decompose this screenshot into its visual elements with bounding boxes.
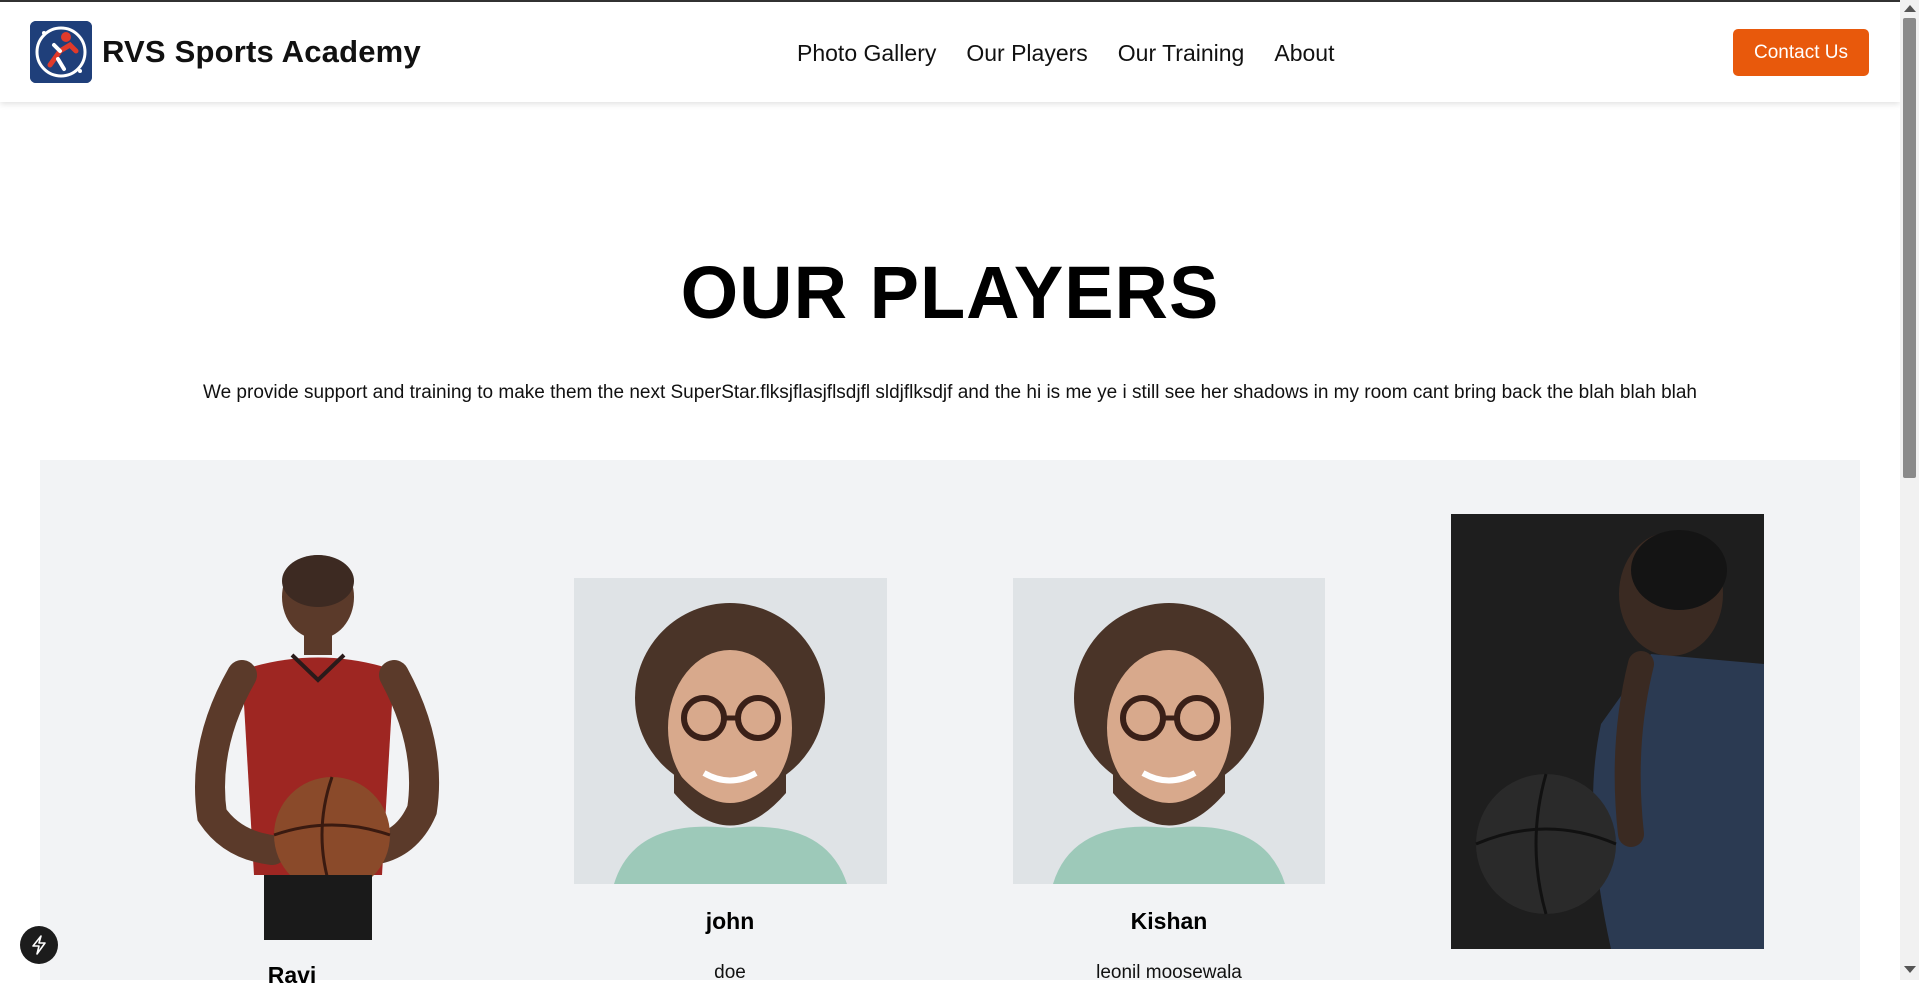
site-header: RVS Sports Academy Photo Gallery Our Pla…	[0, 2, 1900, 102]
lightning-icon[interactable]	[20, 926, 58, 964]
scroll-thumb[interactable]	[1903, 18, 1916, 478]
main-nav: Photo Gallery Our Players Our Training A…	[797, 40, 1364, 67]
contact-us-button[interactable]: Contact Us	[1733, 29, 1869, 76]
player-subtitle: leonil moosewala	[1096, 962, 1242, 983]
sports-logo-icon	[30, 21, 92, 83]
page-title: OUR PLAYERS	[680, 251, 1220, 334]
nav-our-players[interactable]: Our Players	[966, 40, 1087, 67]
player-photo-john[interactable]	[574, 578, 887, 884]
players-panel: Ravi john doe Kishan leonil moosewala	[40, 460, 1860, 988]
player-photo-ravi[interactable]	[132, 545, 452, 940]
player-subtitle: doe	[714, 962, 746, 983]
nav-our-training[interactable]: Our Training	[1118, 40, 1245, 67]
scroll-up-icon[interactable]	[1904, 5, 1916, 12]
player-photo-4[interactable]	[1451, 514, 1764, 949]
player-name: john	[705, 908, 755, 934]
nav-photo-gallery[interactable]: Photo Gallery	[797, 40, 936, 67]
brand[interactable]: RVS Sports Academy	[30, 21, 421, 83]
player-photo-kishan[interactable]	[1013, 578, 1325, 884]
vertical-scrollbar[interactable]	[1900, 0, 1919, 980]
scroll-down-icon[interactable]	[1904, 966, 1916, 973]
brand-name: RVS Sports Academy	[102, 34, 421, 69]
player-name: Kishan	[1130, 908, 1208, 934]
nav-about[interactable]: About	[1274, 40, 1334, 67]
intro-text: We provide support and training to make …	[202, 382, 1697, 403]
player-name: Ravi	[267, 962, 317, 988]
